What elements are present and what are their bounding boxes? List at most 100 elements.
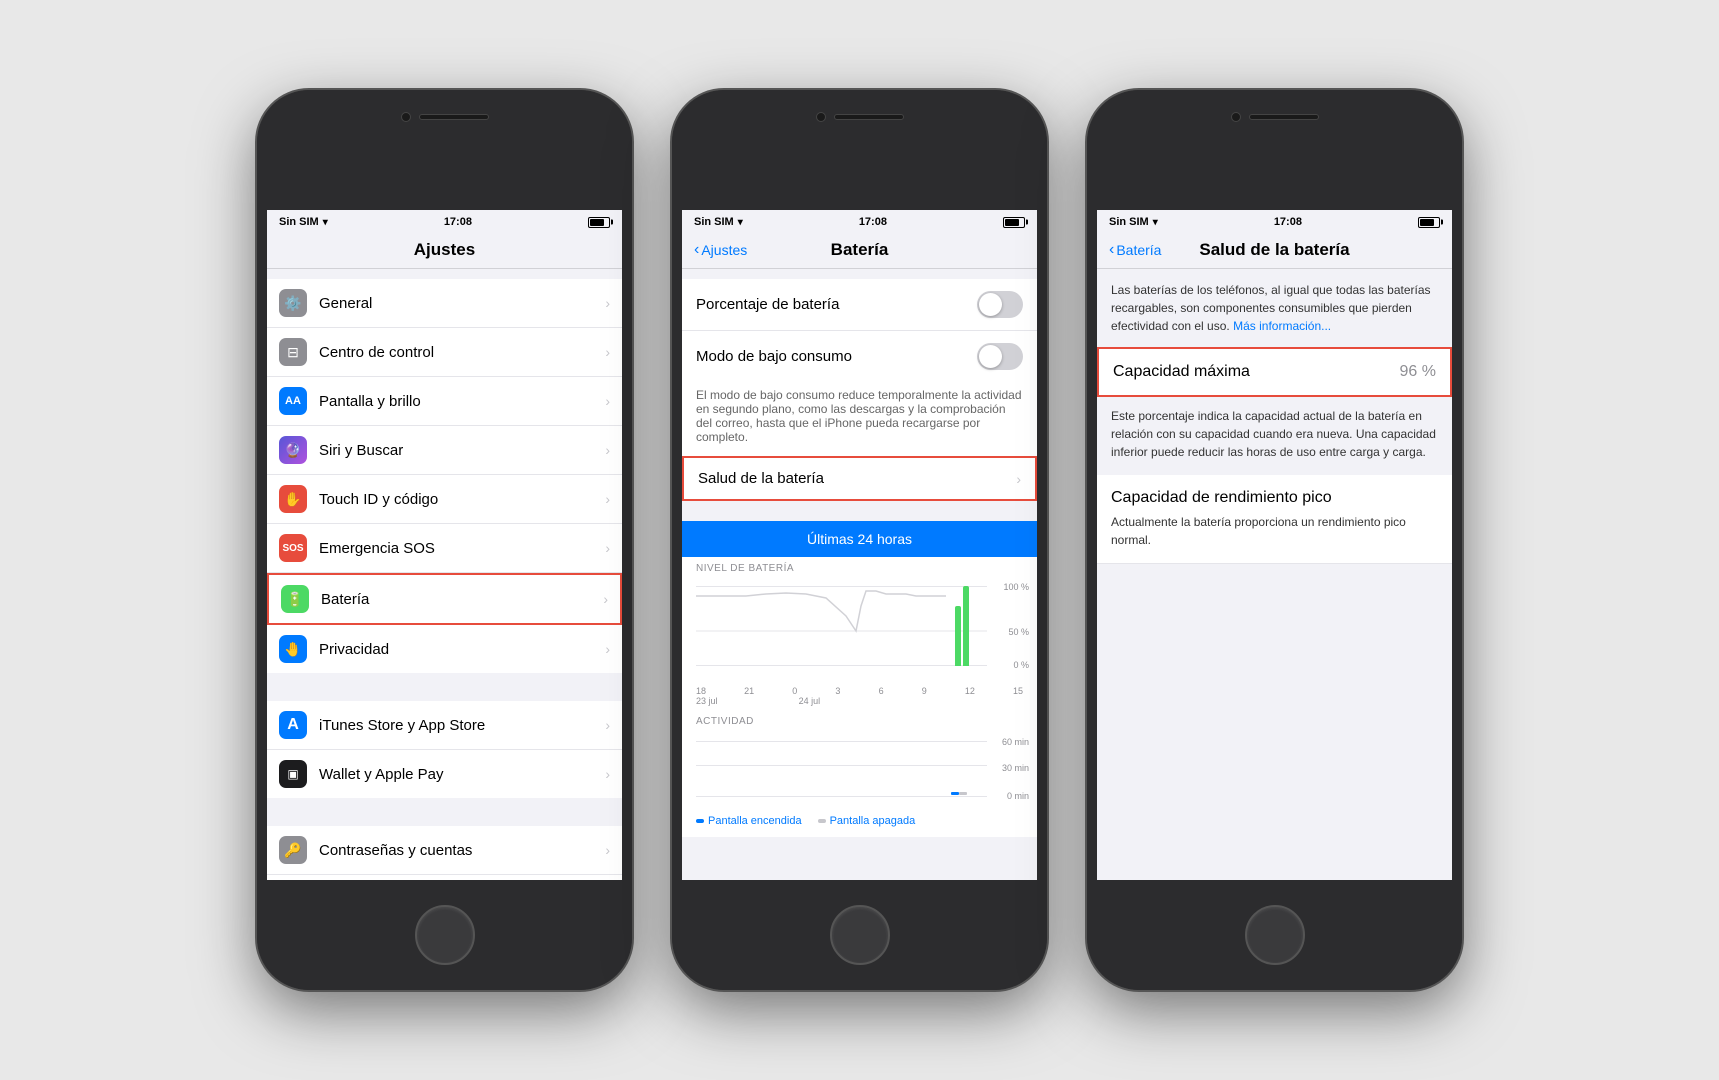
act-dot-1 bbox=[951, 792, 959, 795]
camera-area-2 bbox=[816, 112, 904, 122]
perf-row: Capacidad de rendimiento pico Actualment… bbox=[1097, 475, 1452, 564]
capacity-value: 96 % bbox=[1400, 363, 1436, 381]
chevron-contrasenas: › bbox=[605, 842, 610, 858]
toggle-bajo[interactable] bbox=[977, 343, 1023, 370]
y-label-100: 100 % bbox=[1003, 582, 1029, 592]
capacity-section: Capacidad máxima 96 % bbox=[1097, 347, 1452, 397]
battery-icon-3 bbox=[1418, 217, 1440, 228]
status-right-3 bbox=[1418, 217, 1440, 228]
time-3: 17:08 bbox=[1274, 216, 1302, 228]
nav-header-3: ‹ Batería Salud de la batería bbox=[1097, 232, 1452, 269]
camera-area-3 bbox=[1231, 112, 1319, 122]
chevron-pantalla: › bbox=[605, 393, 610, 409]
label-emergencia: Emergencia SOS bbox=[319, 540, 605, 557]
x-labels-row: 18 21 0 3 6 9 12 15 bbox=[682, 686, 1037, 696]
status-left-1: Sin SIM ▾ bbox=[279, 216, 328, 228]
toggle-porcentaje[interactable] bbox=[977, 291, 1023, 318]
chevron-wallet: › bbox=[605, 766, 610, 782]
status-right-2 bbox=[1003, 217, 1025, 228]
act-line-60 bbox=[696, 741, 987, 742]
home-button-1[interactable] bbox=[415, 905, 475, 965]
speaker-bar-1 bbox=[419, 114, 489, 120]
phone-3: Sin SIM ▾ 17:08 ‹ Batería Salud de la ba… bbox=[1087, 90, 1462, 990]
phone-top-3 bbox=[1087, 90, 1462, 210]
list-item-wallet[interactable]: ▣ Wallet y Apple Pay › bbox=[267, 750, 622, 798]
perf-label: Capacidad de rendimiento pico bbox=[1111, 489, 1438, 507]
list-item-centro[interactable]: ⊟ Centro de control › bbox=[267, 328, 622, 377]
label-contrasenas: Contraseñas y cuentas bbox=[319, 842, 605, 859]
x-label-6: 6 bbox=[879, 686, 884, 696]
phone-2: Sin SIM ▾ 17:08 ‹ Ajustes Batería Por bbox=[672, 90, 1047, 990]
toggle-row-porcentaje[interactable]: Porcentaje de batería bbox=[682, 279, 1037, 331]
battery-section-toggles: Porcentaje de batería Modo de bajo consu… bbox=[682, 279, 1037, 456]
camera-dot-3 bbox=[1231, 112, 1241, 122]
graph-tab-24h[interactable]: Últimas 24 horas bbox=[682, 521, 1037, 557]
list-item-emergencia[interactable]: SOS Emergencia SOS › bbox=[267, 524, 622, 573]
list-item-bateria[interactable]: 🔋 Batería › bbox=[267, 573, 622, 625]
act-line-0 bbox=[696, 796, 987, 797]
home-button-3[interactable] bbox=[1245, 905, 1305, 965]
back-chevron-2: ‹ bbox=[694, 241, 699, 259]
bottom-bar-1 bbox=[257, 880, 632, 990]
screen-1: Sin SIM ▾ 17:08 Ajustes ⚙️ General › bbox=[267, 210, 622, 880]
chevron-touch: › bbox=[605, 491, 610, 507]
salud-row[interactable]: Salud de la batería › bbox=[682, 456, 1037, 501]
list-item-touch[interactable]: ✋ Touch ID y código › bbox=[267, 475, 622, 524]
carrier-1: Sin SIM bbox=[279, 216, 319, 228]
activity-label: ACTIVIDAD bbox=[682, 710, 1037, 729]
label-centro: Centro de control bbox=[319, 344, 605, 361]
x-label-21: 21 bbox=[744, 686, 754, 696]
page-title-3: Salud de la batería bbox=[1199, 240, 1349, 260]
chevron-emergencia: › bbox=[605, 540, 610, 556]
icon-pantalla: AA bbox=[279, 387, 307, 415]
activity-graph-area: 60 min 30 min 0 min bbox=[682, 729, 1037, 809]
home-button-2[interactable] bbox=[830, 905, 890, 965]
icon-general: ⚙️ bbox=[279, 289, 307, 317]
toggle-knob-bajo bbox=[979, 345, 1002, 368]
list-item-itunes[interactable]: A iTunes Store y App Store › bbox=[267, 701, 622, 750]
act-y-60: 60 min bbox=[1002, 737, 1029, 747]
toggle-row-bajo[interactable]: Modo de bajo consumo bbox=[682, 331, 1037, 382]
list-item-privacidad[interactable]: 🤚 Privacidad › bbox=[267, 625, 622, 673]
list-item-siri[interactable]: 🔮 Siri y Buscar › bbox=[267, 426, 622, 475]
legend-encendida: Pantalla encendida bbox=[696, 815, 802, 827]
act-line-30 bbox=[696, 765, 987, 766]
label-general: General bbox=[319, 295, 605, 312]
speaker-bar-3 bbox=[1249, 114, 1319, 120]
capacity-row: Capacidad máxima 96 % bbox=[1099, 349, 1450, 395]
phone-top-2 bbox=[672, 90, 1047, 210]
status-left-3: Sin SIM ▾ bbox=[1109, 216, 1158, 228]
carrier-2: Sin SIM bbox=[694, 216, 734, 228]
list-item-contrasenas[interactable]: 🔑 Contraseñas y cuentas › bbox=[267, 826, 622, 875]
screen-3: Sin SIM ▾ 17:08 ‹ Batería Salud de la ba… bbox=[1097, 210, 1452, 880]
battery-bar-1 bbox=[955, 606, 961, 666]
perf-desc: Actualmente la batería proporciona un re… bbox=[1111, 513, 1438, 549]
x-label-0: 0 bbox=[792, 686, 797, 696]
section-gap-1a bbox=[267, 269, 622, 279]
back-btn-3[interactable]: ‹ Batería bbox=[1109, 241, 1161, 259]
capacity-label: Capacidad máxima bbox=[1113, 363, 1250, 381]
health-page: Las baterías de los teléfonos, al igual … bbox=[1097, 269, 1452, 564]
status-left-2: Sin SIM ▾ bbox=[694, 216, 743, 228]
wifi-icon-3: ▾ bbox=[1153, 217, 1158, 228]
time-2: 17:08 bbox=[859, 216, 887, 228]
back-label-2: Ajustes bbox=[701, 242, 747, 258]
section-gap-1c bbox=[267, 798, 622, 826]
icon-centro: ⊟ bbox=[279, 338, 307, 366]
x-label-15: 15 bbox=[1013, 686, 1023, 696]
legend-label-off: Pantalla apagada bbox=[830, 815, 916, 827]
list-item-pantalla[interactable]: AA Pantalla y brillo › bbox=[267, 377, 622, 426]
list-item-correo[interactable]: ✉ Correo › bbox=[267, 875, 622, 880]
status-bar-2: Sin SIM ▾ 17:08 bbox=[682, 210, 1037, 232]
legend-label-on: Pantalla encendida bbox=[708, 815, 802, 827]
chevron-siri: › bbox=[605, 442, 610, 458]
salud-chevron: › bbox=[1016, 471, 1021, 487]
health-link[interactable]: Más información... bbox=[1233, 319, 1331, 333]
back-label-3: Batería bbox=[1116, 242, 1161, 258]
list-item-general[interactable]: ⚙️ General › bbox=[267, 279, 622, 328]
back-chevron-3: ‹ bbox=[1109, 241, 1114, 259]
back-btn-2[interactable]: ‹ Ajustes bbox=[694, 241, 747, 259]
battery-bar-2 bbox=[963, 586, 969, 666]
label-privacidad: Privacidad bbox=[319, 641, 605, 658]
x-label-12: 12 bbox=[965, 686, 975, 696]
